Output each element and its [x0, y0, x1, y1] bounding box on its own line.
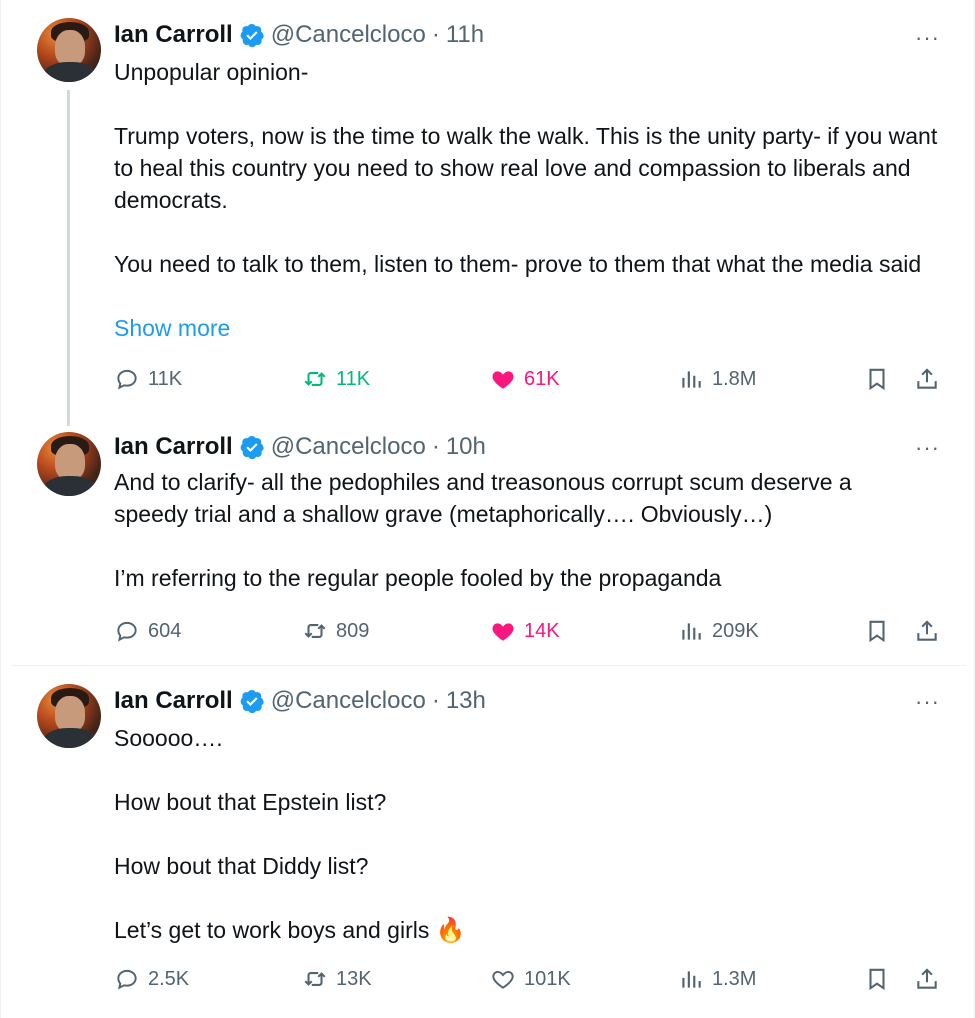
- tweet-paragraph: Unpopular opinion-: [114, 59, 309, 85]
- tweet-header: Ian Carroll @Cancelcloco · 13h: [114, 686, 486, 716]
- verified-badge-icon: [240, 23, 264, 48]
- reply-button[interactable]: 11K: [114, 364, 182, 394]
- avatar[interactable]: [37, 18, 101, 82]
- views-button[interactable]: 1.8M: [678, 364, 756, 394]
- share-icon: [917, 620, 937, 641]
- like-count: 61K: [524, 367, 560, 390]
- author-name[interactable]: Ian Carroll: [114, 432, 233, 462]
- tweet-2[interactable]: Ian Carroll @Cancelcloco · 10h ··· And t…: [1, 420, 975, 665]
- share-button[interactable]: [914, 616, 940, 646]
- tweet-paragraph: You need to talk to them, listen to them…: [114, 251, 922, 277]
- repost-button[interactable]: 11K: [302, 364, 370, 394]
- repost-count: 11K: [336, 367, 371, 390]
- repost-icon: [304, 624, 326, 638]
- view-count: 1.3M: [712, 967, 757, 990]
- show-more-link[interactable]: Show more: [114, 312, 230, 344]
- tweet-actions: 604 809 14K 209K: [114, 616, 944, 646]
- more-icon[interactable]: ···: [915, 27, 940, 49]
- reply-count: 2.5K: [148, 967, 190, 990]
- timeline: Ian Carroll @Cancelcloco · 11h ··· Unpop…: [0, 0, 975, 1018]
- like-button[interactable]: 101K: [490, 964, 571, 994]
- author-handle[interactable]: @Cancelcloco: [271, 432, 426, 462]
- verified-badge-icon: [240, 435, 264, 460]
- bookmark-button[interactable]: [864, 364, 890, 394]
- tweet-header: Ian Carroll @Cancelcloco · 11h: [114, 20, 484, 50]
- repost-icon: [304, 372, 326, 386]
- timestamp[interactable]: 13h: [446, 686, 486, 716]
- bookmark-icon: [869, 968, 885, 991]
- reply-count: 604: [148, 619, 182, 642]
- tweet-text: Unpopular opinion- Trump voters, now is …: [114, 56, 954, 280]
- like-count: 101K: [524, 967, 571, 990]
- bookmark-button[interactable]: [864, 964, 890, 994]
- fire-emoji-icon: 🔥: [435, 917, 466, 944]
- repost-button[interactable]: 809: [302, 616, 369, 646]
- tweet-paragraph: Sooooo….: [114, 725, 223, 751]
- tweet-1[interactable]: Ian Carroll @Cancelcloco · 11h ··· Unpop…: [1, 0, 975, 426]
- reply-button[interactable]: 604: [114, 616, 181, 646]
- tweet-text: And to clarify- all the pedophiles and t…: [114, 466, 954, 594]
- reply-button[interactable]: 2.5K: [114, 964, 189, 994]
- verified-badge-icon: [240, 689, 264, 714]
- separator-dot: ·: [431, 21, 440, 48]
- more-icon[interactable]: ···: [915, 437, 940, 459]
- author-handle[interactable]: @Cancelcloco: [271, 20, 426, 50]
- repost-icon: [304, 972, 326, 986]
- views-icon: [682, 623, 701, 640]
- tweet-paragraph: How bout that Diddy list?: [114, 853, 369, 879]
- view-count: 209K: [712, 619, 759, 642]
- like-count: 14K: [524, 619, 560, 642]
- repost-button[interactable]: 13K: [302, 964, 372, 994]
- reply-count: 11K: [148, 367, 183, 390]
- separator-dot: ·: [431, 687, 440, 714]
- tweet-paragraph: And to clarify- all the pedophiles and t…: [114, 469, 859, 527]
- tweet-text: Sooooo…. How bout that Epstein list? How…: [114, 722, 954, 947]
- thread-line: [67, 90, 70, 426]
- heart-icon: [492, 371, 514, 389]
- tweet-paragraph-last: Let’s get to work boys and girls 🔥: [114, 914, 954, 947]
- tweet-paragraph: Trump voters, now is the time to walk th…: [114, 123, 944, 213]
- reply-icon: [117, 969, 137, 990]
- heart-icon: [492, 623, 514, 641]
- tweet-paragraph: Let’s get to work boys and girls: [114, 917, 430, 943]
- view-count: 1.8M: [712, 367, 757, 390]
- tweet-3[interactable]: Ian Carroll @Cancelcloco · 13h ··· Soooo…: [1, 666, 975, 1018]
- share-button[interactable]: [914, 364, 940, 394]
- author-name[interactable]: Ian Carroll: [114, 686, 233, 716]
- avatar[interactable]: [37, 684, 101, 748]
- tweet-actions: 11K 11K 61K 1.8M: [114, 364, 944, 394]
- tweet-paragraph: How bout that Epstein list?: [114, 789, 387, 815]
- share-icon: [917, 368, 937, 389]
- heart-icon: [492, 970, 514, 989]
- tweet-actions: 2.5K 13K 101K 1.3M: [114, 964, 944, 994]
- reply-icon: [117, 369, 137, 390]
- repost-count: 13K: [336, 967, 372, 990]
- views-button[interactable]: 1.3M: [678, 964, 756, 994]
- bookmark-button[interactable]: [864, 616, 890, 646]
- like-button[interactable]: 61K: [490, 364, 560, 394]
- views-icon: [682, 971, 701, 988]
- bookmark-icon: [869, 368, 885, 391]
- reply-icon: [117, 621, 137, 642]
- more-icon[interactable]: ···: [915, 691, 940, 713]
- author-handle[interactable]: @Cancelcloco: [271, 686, 426, 716]
- share-button[interactable]: [914, 964, 940, 994]
- tweet-header: Ian Carroll @Cancelcloco · 10h: [114, 432, 486, 462]
- timestamp[interactable]: 10h: [446, 432, 486, 462]
- bookmark-icon: [869, 620, 885, 643]
- share-icon: [917, 968, 937, 989]
- author-name[interactable]: Ian Carroll: [114, 20, 233, 50]
- like-button[interactable]: 14K: [490, 616, 560, 646]
- views-button[interactable]: 209K: [678, 616, 759, 646]
- tweet-paragraph: I’m referring to the regular people fool…: [114, 565, 722, 591]
- timestamp[interactable]: 11h: [446, 20, 484, 50]
- repost-count: 809: [336, 619, 370, 642]
- avatar[interactable]: [37, 432, 101, 496]
- separator-dot: ·: [431, 433, 440, 460]
- views-icon: [682, 371, 701, 388]
